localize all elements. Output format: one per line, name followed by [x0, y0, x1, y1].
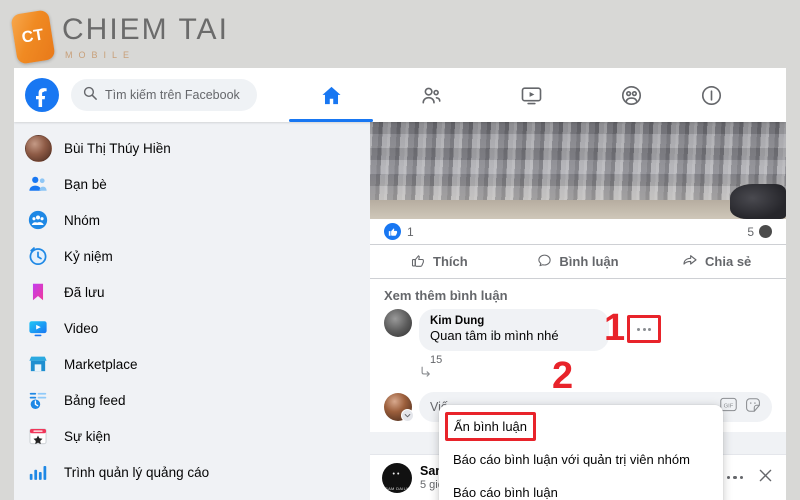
more-options-icon[interactable] [631, 319, 657, 339]
sidebar-item-memories[interactable]: Kỷ niệm [14, 238, 370, 274]
comment-item: Kim Dung Quan tâm ib mình nhé 15 [370, 309, 786, 366]
post-card: 1 5 Thích Bình luận Chia sẻ Xem thêm bìn… [370, 122, 786, 433]
post-photo[interactable] [370, 122, 786, 219]
sidebar-item-marketplace[interactable]: Marketplace [14, 346, 370, 382]
thumbs-up-icon [411, 253, 426, 271]
chevron-down-icon[interactable] [401, 409, 414, 423]
annotation-number-1: 1 [604, 307, 626, 349]
reply-arrow-row [370, 364, 786, 384]
comment-author[interactable]: Kim Dung [430, 314, 598, 328]
search-input[interactable]: Tìm kiếm trên Facebook [71, 79, 257, 111]
facebook-window: Tìm kiếm trên Facebook Bùi Thị Thúy Hiền… [14, 68, 786, 500]
search-placeholder: Tìm kiếm trên Facebook [105, 88, 240, 102]
avatar-name-text: SAM DAILY [385, 485, 409, 491]
facebook-logo-icon[interactable] [25, 78, 59, 112]
memories-clock-icon [24, 242, 52, 270]
comment-bubble-icon [759, 225, 772, 238]
comment-button[interactable]: Bình luận [509, 245, 648, 278]
sidebar-item-ads-manager[interactable]: Trình quản lý quảng cáo [14, 454, 370, 490]
post-counts-row: 1 5 [370, 219, 786, 245]
nav-tab-gaming[interactable] [681, 68, 741, 122]
sidebar-item-feed[interactable]: Bảng feed [14, 382, 370, 418]
comment-button-label: Bình luận [559, 254, 619, 269]
menu-item-report-comment[interactable]: Báo cáo bình luận [445, 478, 717, 500]
sidebar-item-label: Bảng feed [64, 392, 126, 408]
svg-text:GIF: GIF [724, 404, 734, 410]
comment-count: 5 [747, 224, 754, 239]
sidebar-item-label: Trình quản lý quảng cáo [64, 464, 210, 480]
reaction-count: 1 [407, 224, 414, 239]
facebook-header: Tìm kiếm trên Facebook [14, 68, 786, 122]
events-calendar-icon [24, 422, 52, 450]
share-arrow-icon [682, 252, 698, 271]
avatar[interactable]: •• SAM DAILY [382, 462, 412, 493]
sidebar-item-label: Sự kiện [64, 428, 111, 444]
sidebar-item-label: Đã lưu [64, 284, 105, 300]
sidebar-item-friends[interactable]: Bạn bè [14, 166, 370, 202]
video-icon [24, 314, 52, 342]
screenshot-root: CT CHIEM TAI MOBILE Tìm kiếm trên Facebo… [0, 0, 800, 500]
reply-arrow-icon[interactable] [419, 366, 434, 383]
like-thumb-icon [384, 223, 401, 240]
ads-manager-chart-icon [24, 458, 52, 486]
nav-tab-friends[interactable] [381, 68, 481, 122]
like-button[interactable]: Thích [370, 245, 509, 278]
comment-meta: 15 [419, 351, 772, 366]
nav-tab-watch[interactable] [481, 68, 581, 122]
comment-kebab-wrapper [627, 315, 661, 343]
menu-item-hide-comment-wrapper: Ẩn bình luận [445, 412, 717, 441]
sidebar-item-profile[interactable]: Bùi Thị Thúy Hiền [14, 130, 370, 166]
nav-tab-home[interactable] [281, 68, 381, 122]
groups-icon [24, 206, 52, 234]
left-sidebar: Bùi Thị Thúy Hiền Bạn bè Nhóm Kỷ niệm Đã… [14, 122, 370, 500]
see-more-comments-link[interactable]: Xem thêm bình luận [370, 279, 786, 309]
comment-bubble-icon [537, 253, 552, 271]
header-nav-tabs [281, 68, 786, 122]
marketplace-shop-icon [24, 350, 52, 378]
facebook-body: Bùi Thị Thúy Hiền Bạn bè Nhóm Kỷ niệm Đã… [14, 122, 786, 500]
more-options-icon[interactable] [726, 475, 743, 480]
comment-time: 15 [430, 354, 443, 367]
feed-column: 1 5 Thích Bình luận Chia sẻ Xem thêm bìn… [370, 122, 786, 500]
close-icon[interactable] [757, 467, 774, 489]
avatar[interactable] [384, 309, 412, 337]
sticker-icon[interactable] [745, 397, 761, 418]
sidebar-item-label: Kỷ niệm [64, 248, 113, 264]
avatar-eyes: •• [392, 470, 402, 478]
comment-count-summary[interactable]: 5 [747, 225, 772, 239]
sidebar-item-label: Bạn bè [64, 176, 107, 192]
sidebar-item-label: Marketplace [64, 356, 138, 372]
sidebar-item-groups[interactable]: Nhóm [14, 202, 370, 238]
nav-tab-groups[interactable] [581, 68, 681, 122]
reactions-summary[interactable]: 1 [384, 223, 414, 240]
saved-bookmark-icon [24, 278, 52, 306]
brand-name: CHIEM TAI [62, 12, 229, 46]
menu-item-hide-comment[interactable]: Ẩn bình luận [445, 412, 537, 441]
brand-subtitle: MOBILE [65, 49, 136, 60]
sidebar-item-label: Nhóm [64, 212, 101, 228]
friends-icon [24, 170, 52, 198]
sidebar-item-video[interactable]: Video [14, 310, 370, 346]
chiemtai-logo-icon: CT [10, 9, 56, 65]
sidebar-item-saved[interactable]: Đã lưu [14, 274, 370, 310]
watermark-brand: CT CHIEM TAI MOBILE [10, 8, 229, 66]
like-button-label: Thích [433, 254, 468, 269]
post-action-row: Thích Bình luận Chia sẻ [370, 245, 786, 279]
comment-text: Quan tâm ib mình nhé [430, 328, 559, 344]
annotation-number-2: 2 [552, 355, 574, 397]
annotation-box-1 [627, 315, 661, 343]
share-button-label: Chia sẻ [705, 254, 752, 269]
menu-item-report-to-group-admin[interactable]: Báo cáo bình luận với quản trị viên nhóm [445, 445, 717, 474]
sidebar-item-label: Bùi Thị Thúy Hiền [64, 140, 171, 156]
comment-options-dropdown: Ẩn bình luận Báo cáo bình luận với quản … [439, 405, 723, 500]
search-icon [83, 86, 97, 105]
share-button[interactable]: Chia sẻ [647, 245, 786, 278]
sidebar-item-events[interactable]: Sự kiện [14, 418, 370, 454]
user-avatar [24, 134, 52, 162]
feed-icon [24, 386, 52, 414]
comment-bubble: Kim Dung Quan tâm ib mình nhé [419, 309, 661, 352]
sidebar-item-label: Video [64, 320, 99, 336]
